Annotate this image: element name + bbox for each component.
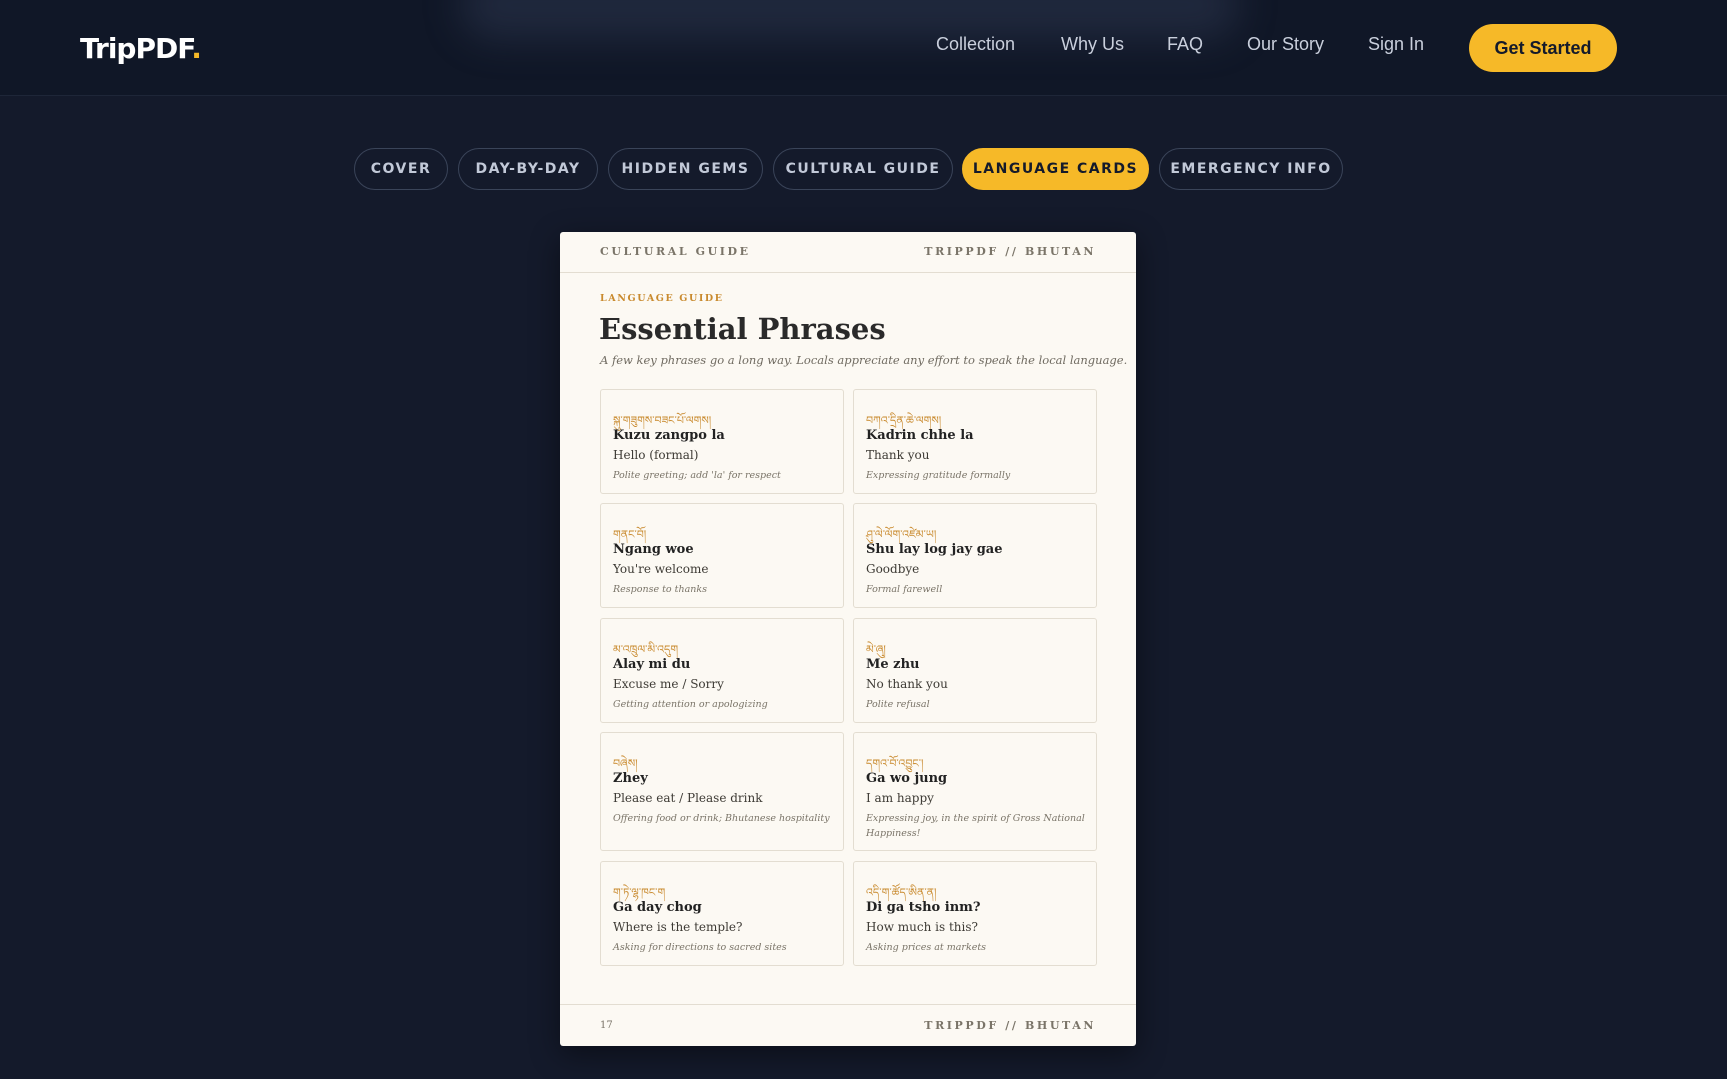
tab-day-by-day[interactable]: DAY-BY-DAY xyxy=(458,148,598,190)
phrase-card: བཞེས། Zhey Please eat / Please drink Off… xyxy=(600,732,844,851)
phrase-meaning: Please eat / Please drink xyxy=(613,791,763,805)
phrase-meaning: Where is the temple? xyxy=(613,920,743,934)
phrase-meaning: No thank you xyxy=(866,677,948,691)
phrase-romanized: Ga day chog xyxy=(613,900,702,915)
phrase-romanized: Kadrin chhe la xyxy=(866,428,974,443)
phrase-card: ཤུ་ལེ་ལོག་འཛེམ་ཡ། Shu lay log jay gae Go… xyxy=(853,503,1097,608)
phrase-card: དགའ་བོ་འབྱུང་། Ga wo jung I am happy Exp… xyxy=(853,732,1097,851)
phrase-romanized: Zhey xyxy=(613,771,648,786)
tab-cultural-guide[interactable]: CULTURAL GUIDE xyxy=(773,148,953,190)
page-number: 17 xyxy=(600,1020,613,1031)
tab-language-cards[interactable]: LANGUAGE CARDS xyxy=(962,148,1149,190)
phrase-romanized: Kuzu zangpo la xyxy=(613,428,725,443)
section-tabs: COVER DAY-BY-DAY HIDDEN GEMS CULTURAL GU… xyxy=(0,148,1727,190)
phrase-meaning: I am happy xyxy=(866,791,934,805)
phrase-meaning: Thank you xyxy=(866,448,930,462)
phrase-romanized: Di ga tsho inm? xyxy=(866,900,981,915)
phrase-card: གནང་བོ། Ngang woe You're welcome Respons… xyxy=(600,503,844,608)
primary-nav: Collection Why Us FAQ Our Story Sign In xyxy=(0,34,1727,64)
phrase-romanized: Me zhu xyxy=(866,657,920,672)
phrase-romanized: Shu lay log jay gae xyxy=(866,542,1003,557)
phrase-romanized: Alay mi du xyxy=(613,657,691,672)
nav-link-our-story[interactable]: Our Story xyxy=(1247,34,1324,55)
nav-link-why-us[interactable]: Why Us xyxy=(1061,34,1124,55)
phrase-meaning: How much is this? xyxy=(866,920,978,934)
nav-link-sign-in[interactable]: Sign In xyxy=(1368,34,1424,55)
phrase-card: མེ་ཞུ། Me zhu No thank you Polite refusa… xyxy=(853,618,1097,723)
phrase-note: Getting attention or apologizing xyxy=(613,699,768,710)
tab-cover[interactable]: COVER xyxy=(354,148,448,190)
nav-link-collection[interactable]: Collection xyxy=(936,34,1015,55)
tab-emergency-info[interactable]: EMERGENCY INFO xyxy=(1159,148,1343,190)
phrase-note: Expressing gratitude formally xyxy=(866,470,1011,481)
running-header-section: CULTURAL GUIDE xyxy=(600,245,751,258)
page-running-header: CULTURAL GUIDE TRIPPDF // BHUTAN xyxy=(560,232,1136,273)
phrase-note: Offering food or drink; Bhutanese hospit… xyxy=(613,813,830,824)
phrase-card: བཀའ་དྲིན་ཆེ་ལགས། Kadrin chhe la Thank yo… xyxy=(853,389,1097,494)
phrase-note: Response to thanks xyxy=(613,584,707,595)
phrase-note: Asking prices at markets xyxy=(866,942,987,953)
phrase-meaning: You're welcome xyxy=(613,562,709,576)
phrase-note: Formal farewell xyxy=(866,584,943,595)
phrase-romanized: Ngang woe xyxy=(613,542,694,557)
phrase-meaning: Hello (formal) xyxy=(613,448,699,462)
phrase-note: Asking for directions to sacred sites xyxy=(613,942,787,953)
phrase-card: སྐུ་གཟུགས་བཟང་པོ་ལགས། Kuzu zangpo la Hel… xyxy=(600,389,844,494)
phrase-meaning: Goodbye xyxy=(866,562,920,576)
page-title: Essential Phrases xyxy=(599,312,886,346)
tab-hidden-gems[interactable]: HIDDEN GEMS xyxy=(608,148,763,190)
nav-link-faq[interactable]: FAQ xyxy=(1167,34,1203,55)
running-footer-brand: TRIPPDF // BHUTAN xyxy=(924,1019,1096,1032)
phrase-card: མ་འཁྲུལ་མི་འདུག Alay mi du Excuse me / S… xyxy=(600,618,844,723)
phrase-card: ག་ཏེ་ལྷ་ཁང་ག Ga day chog Where is the te… xyxy=(600,861,844,966)
phrase-romanized: Ga wo jung xyxy=(866,771,948,786)
top-navbar: TripPDF. Collection Why Us FAQ Our Story… xyxy=(0,0,1727,96)
phrase-note: Polite refusal xyxy=(866,699,930,710)
get-started-button[interactable]: Get Started xyxy=(1469,24,1617,72)
pdf-page-preview: CULTURAL GUIDE TRIPPDF // BHUTAN LANGUAG… xyxy=(560,232,1136,1046)
phrase-card: འདི་ག་ཚོད་ཨིན་ན། Di ga tsho inm? How muc… xyxy=(853,861,1097,966)
page-eyebrow: LANGUAGE GUIDE xyxy=(600,293,724,304)
phrase-note: Polite greeting; add 'la' for respect xyxy=(613,470,781,481)
page-subtitle: A few key phrases go a long way. Locals … xyxy=(600,353,1128,367)
phrase-meaning: Excuse me / Sorry xyxy=(613,677,724,691)
page-running-footer: 17 TRIPPDF // BHUTAN xyxy=(560,1004,1136,1046)
phrase-note: Expressing joy, in the spirit of Gross N… xyxy=(866,813,1085,839)
running-header-brand: TRIPPDF // BHUTAN xyxy=(924,245,1096,258)
